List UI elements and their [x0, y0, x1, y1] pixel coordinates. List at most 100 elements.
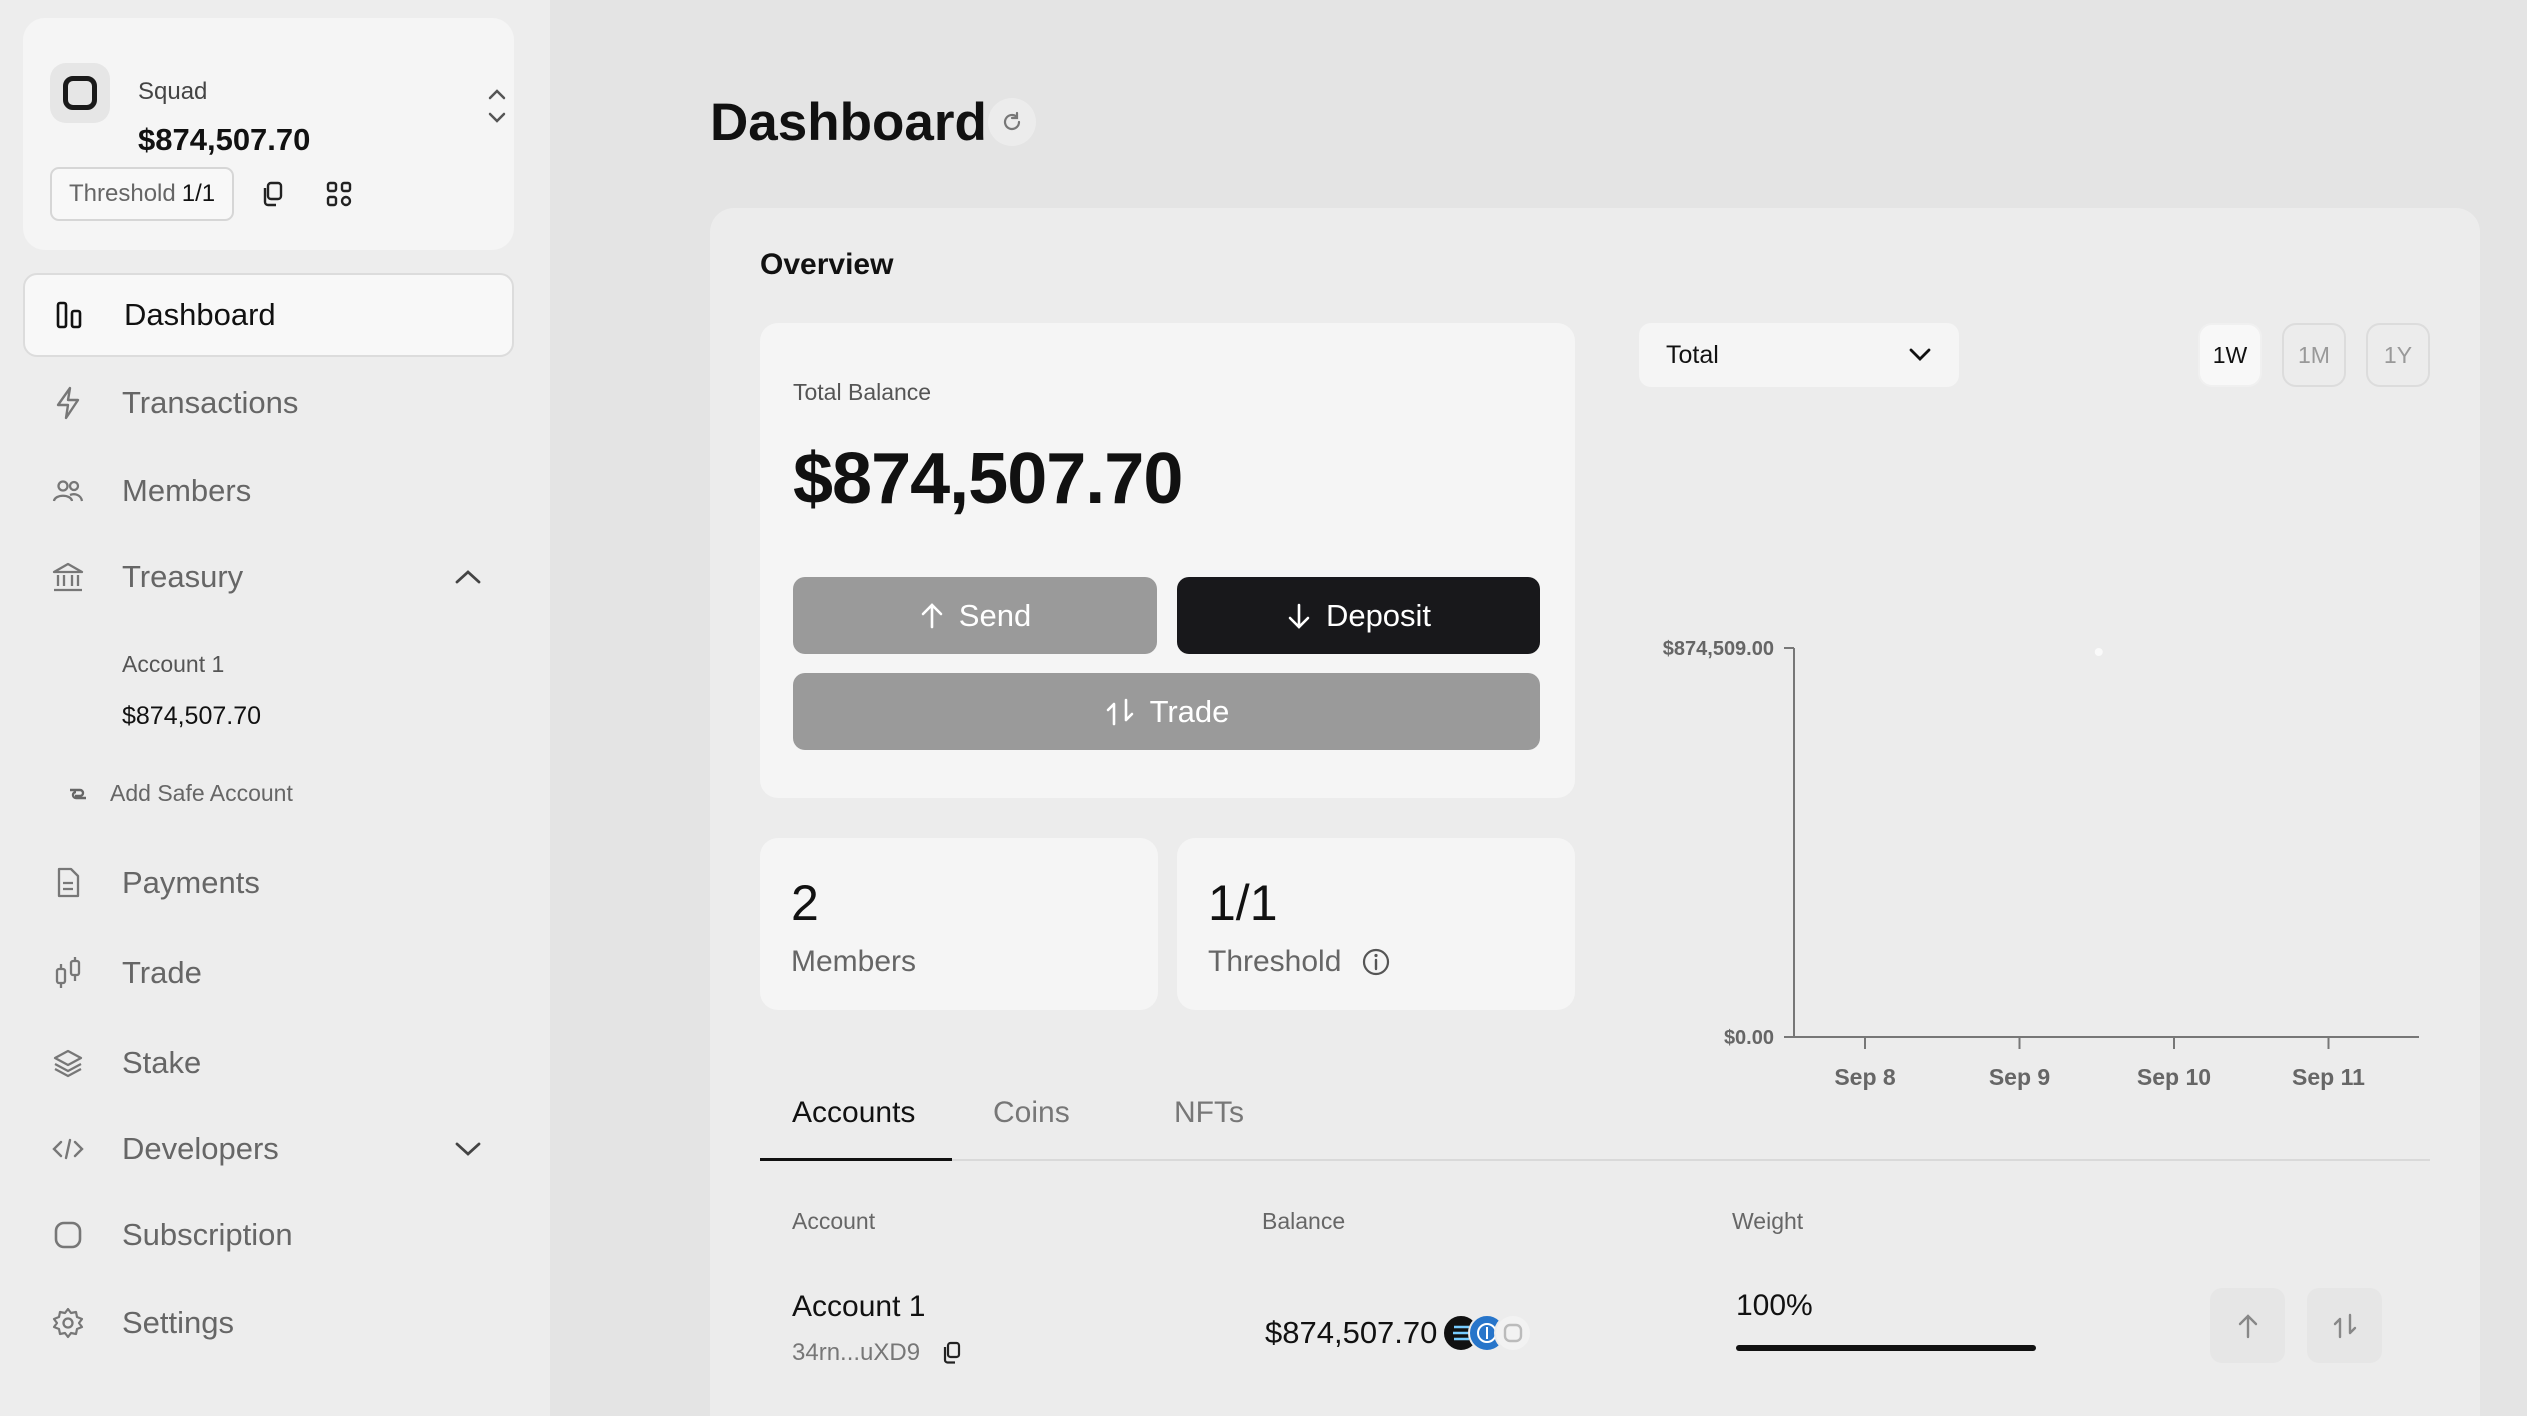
treasury-account-name[interactable]: Account 1: [122, 651, 224, 678]
send-row-button[interactable]: [2210, 1288, 2285, 1363]
weight-progress-fill: [1736, 1345, 2036, 1351]
token-placeholder-icon: [1494, 1314, 1532, 1352]
sidebar-item-payments[interactable]: Payments: [23, 841, 514, 925]
threshold-badge-label: Threshold: [69, 180, 176, 207]
total-balance-card: Total Balance $874,507.70 Send Deposit T…: [760, 323, 1575, 798]
chart-y-tick-label: $0.00: [1724, 1027, 1774, 1049]
sidebar-item-label: Trade: [122, 955, 202, 990]
chevron-down-icon: [1908, 347, 1932, 363]
token-icons: [1442, 1314, 1532, 1354]
treasury-account-balance: $874,507.70: [122, 702, 262, 730]
chevron-down-icon[interactable]: [453, 1140, 483, 1158]
sidebar-item-label: Payments: [122, 865, 260, 900]
squad-avatar: [50, 63, 110, 123]
gear-icon: [51, 1306, 85, 1340]
chart-x-tick-label: Sep 9: [1989, 1064, 2050, 1090]
chart-series-select[interactable]: Total: [1639, 323, 1959, 387]
copy-icon: [261, 181, 285, 207]
column-header-balance: Balance: [1262, 1208, 1346, 1234]
sidebar-item-transactions[interactable]: Transactions: [23, 361, 514, 445]
chevron-up-icon[interactable]: [453, 568, 483, 586]
swap-arrows-icon: [1104, 696, 1136, 728]
bank-icon: [51, 560, 85, 594]
sidebar-item-settings[interactable]: Settings: [23, 1281, 514, 1365]
members-stat-card[interactable]: 2 Members: [760, 838, 1158, 1010]
sidebar-item-label: Settings: [122, 1305, 235, 1340]
range-1w-button[interactable]: 1W: [2198, 323, 2262, 387]
sidebar-item-treasury[interactable]: Treasury: [23, 535, 514, 619]
dashboard-icon: [53, 298, 87, 332]
members-count: 2: [791, 875, 819, 931]
balance-chart: $874,509.00 $0.00 Sep 8 Sep 9 Sep 10 Sep 11: [1663, 638, 2419, 1090]
chevron-up-down-icon[interactable]: [486, 86, 508, 126]
squad-switcher[interactable]: Squad $874,507.70 Threshold 1/1: [23, 18, 514, 250]
code-icon: [51, 1132, 85, 1166]
subscription-icon: [51, 1218, 85, 1252]
squad-balance: $874,507.70: [138, 122, 311, 157]
sidebar-item-members[interactable]: Members: [23, 449, 514, 533]
deposit-label: Deposit: [1325, 597, 1432, 633]
sidebar-item-subscription[interactable]: Subscription: [23, 1193, 514, 1277]
weight-progress-bar: [1736, 1345, 2036, 1351]
trade-button[interactable]: Trade: [793, 673, 1540, 750]
refresh-button[interactable]: [988, 98, 1036, 146]
chart-x-tick-label: Sep 10: [2137, 1064, 2211, 1090]
account-balance: $874,507.70: [1265, 1315, 1438, 1350]
overview-panel: Overview Total Balance $874,507.70 Send …: [710, 208, 2480, 1416]
threshold-value: 1/1: [1208, 875, 1278, 931]
chart-data-point: [2094, 648, 2103, 657]
arrow-up-icon: [2236, 1312, 2260, 1340]
sidebar-item-developers[interactable]: Developers: [23, 1107, 514, 1191]
info-icon[interactable]: [1361, 947, 1391, 977]
tab-coins[interactable]: Coins: [993, 1096, 1070, 1161]
tab-nfts[interactable]: NFTs: [1174, 1096, 1244, 1161]
column-header-account: Account: [792, 1208, 876, 1234]
asset-tabs: Accounts Coins NFTs: [760, 1096, 2430, 1161]
squad-name: Squad: [138, 78, 208, 105]
candlestick-icon: [51, 956, 85, 990]
arrow-up-icon: [919, 602, 945, 630]
trade-row-button[interactable]: [2307, 1288, 2382, 1363]
members-label: Members: [791, 945, 917, 978]
add-safe-account-label: Add Safe Account: [110, 780, 293, 806]
deposit-button[interactable]: Deposit: [1177, 577, 1540, 654]
refresh-icon: [1000, 110, 1024, 134]
account-address: 34rn...uXD9: [792, 1339, 962, 1367]
sidebar-item-trade[interactable]: Trade: [23, 931, 514, 1015]
sidebar-item-label: Members: [122, 473, 252, 508]
tab-accounts[interactable]: Accounts: [760, 1096, 952, 1161]
safe-plus-icon: [66, 782, 90, 806]
arrow-down-icon: [1286, 602, 1312, 630]
trade-label: Trade: [1149, 693, 1230, 729]
threshold-label: Threshold: [1208, 945, 1391, 979]
total-balance-label: Total Balance: [793, 379, 932, 405]
threshold-stat-card[interactable]: 1/1 Threshold: [1177, 838, 1575, 1010]
sidebar-item-label: Dashboard: [124, 297, 276, 332]
copy-address-button[interactable]: [245, 167, 301, 221]
qr-code-icon: [326, 181, 352, 207]
layers-icon: [51, 1046, 85, 1080]
send-button[interactable]: Send: [793, 577, 1157, 654]
sidebar: Squad $874,507.70 Threshold 1/1 Dashboar…: [0, 0, 550, 1416]
threshold-badge-value: 1/1: [181, 180, 216, 207]
range-1m-button[interactable]: 1M: [2282, 323, 2346, 387]
total-balance-value: $874,507.70: [793, 439, 1183, 519]
overview-title: Overview: [760, 248, 894, 281]
threshold-badge: Threshold 1/1: [50, 167, 235, 221]
page-title: Dashboard: [710, 93, 987, 152]
chart-x-tick-label: Sep 11: [2292, 1064, 2365, 1090]
qr-code-button[interactable]: [311, 167, 367, 221]
copy-icon[interactable]: [942, 1341, 962, 1365]
swap-arrows-icon: [2331, 1312, 2359, 1340]
sidebar-item-stake[interactable]: Stake: [23, 1021, 514, 1105]
sidebar-item-label: Treasury: [122, 559, 244, 594]
sidebar-item-label: Developers: [122, 1131, 279, 1166]
sidebar-item-label: Subscription: [122, 1217, 293, 1252]
add-safe-account-button[interactable]: Add Safe Account: [66, 780, 293, 807]
range-1y-button[interactable]: 1Y: [2366, 323, 2430, 387]
chart-y-tick-label: $874,509.00: [1663, 638, 1774, 660]
column-header-weight: Weight: [1732, 1208, 1804, 1234]
chart-series-select-value: Total: [1666, 340, 1719, 369]
lightning-icon: [51, 386, 85, 420]
sidebar-item-dashboard[interactable]: Dashboard: [23, 273, 514, 357]
